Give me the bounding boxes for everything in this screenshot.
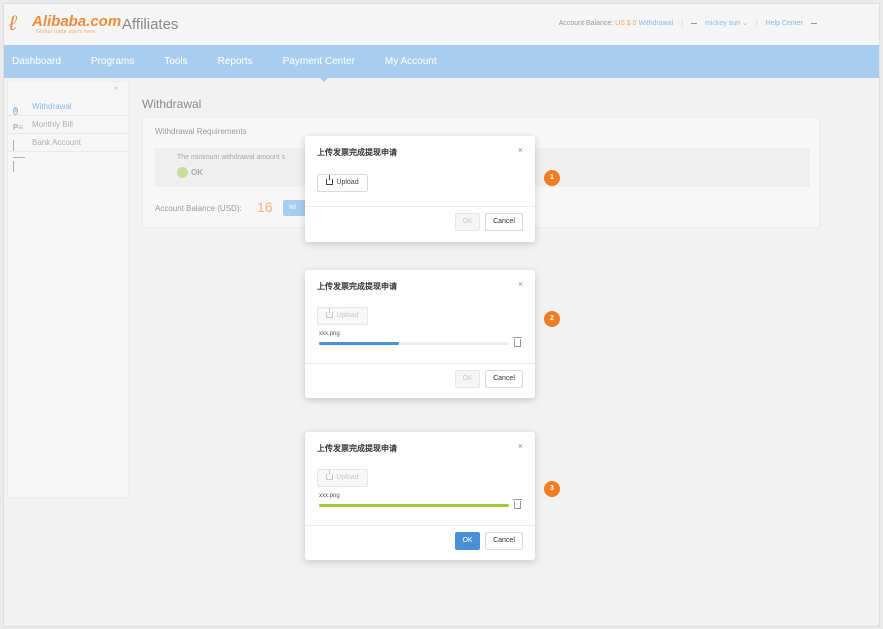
header-separator: |: [681, 19, 683, 27]
close-icon[interactable]: ×: [518, 279, 523, 289]
header-withdrawal-link[interactable]: Withdrawal: [639, 20, 674, 27]
step-badge: 1: [544, 170, 560, 186]
dialog-title: 上传发票完成提现申请: [317, 148, 397, 157]
cancel-button[interactable]: Cancel: [485, 370, 523, 388]
progress-fill: [319, 504, 509, 507]
sidebar-item-label: Withdrawal: [32, 102, 72, 111]
nav-my-account[interactable]: My Account: [377, 45, 456, 78]
step-badge: 2: [544, 311, 560, 327]
progress-fill: [319, 342, 399, 345]
user-name: mickey sun: [704, 20, 740, 27]
chevron-down-icon: ⌄: [741, 20, 748, 27]
upload-icon: [326, 175, 334, 185]
dialog-title: 上传发票完成提现申请: [317, 282, 397, 291]
alibaba-logo[interactable]: ℓ Alibaba.com Global trade starts here.: [8, 11, 121, 37]
check-status-icon: [177, 167, 188, 178]
sidebar-item-bank-account[interactable]: Bank Account: [8, 134, 130, 172]
upload-button[interactable]: Upload: [317, 307, 368, 325]
upload-button[interactable]: Upload: [317, 469, 368, 487]
upload-icon: [326, 470, 334, 480]
header-separator: |: [755, 19, 758, 27]
main-nav: Dashboard Programs Tools Reports Payment…: [4, 45, 879, 82]
upload-dialog-step-1: 上传发票完成提现申请 × Upload OK Cancel: [305, 136, 535, 242]
more-icon[interactable]: [811, 22, 817, 24]
sidebar-item-label: Bank Account: [32, 138, 81, 147]
header-account-bar: Account Balance: US $ 0 Withdrawal | mic…: [559, 19, 817, 27]
dialog-divider: [305, 363, 535, 364]
nav-label: Reports: [217, 56, 253, 67]
sidebar-collapse-icon[interactable]: ×: [113, 84, 118, 93]
upload-dialog-step-3: 上传发票完成提现申请 × Upload xxx.png OK Cancel: [305, 432, 535, 560]
nav-dashboard[interactable]: Dashboard: [4, 45, 80, 78]
nav-label: Payment Center: [282, 56, 355, 67]
upload-dialog-step-2: 上传发票完成提现申请 × Upload xxx.png OK Cancel: [305, 270, 535, 398]
nav-label: Dashboard: [12, 56, 61, 67]
sidebar-item-label: Monthly Bill: [32, 120, 73, 129]
trash-icon[interactable]: [513, 499, 522, 509]
sidebar-item-withdrawal[interactable]: $ Withdrawal: [8, 98, 130, 116]
user-menu[interactable]: mickey sun ⌄: [705, 19, 748, 27]
file-name: xxx.png: [319, 493, 340, 499]
card-icon: [13, 137, 25, 172]
upload-progress-bar: [319, 342, 509, 345]
top-header: ℓ Alibaba.com Global trade starts here. …: [4, 4, 879, 46]
parking-bill-icon: P≡: [13, 123, 24, 132]
nav-reports[interactable]: Reports: [210, 45, 272, 78]
page-title: Withdrawal: [142, 97, 202, 111]
dialog-divider: [305, 525, 535, 526]
sidebar-item-monthly-bill[interactable]: P≡ Monthly Bill: [8, 116, 130, 134]
app-title: Affiliates: [122, 16, 179, 33]
dialog-divider: [305, 206, 535, 207]
sidebar: × $ Withdrawal P≡ Monthly Bill Bank Acco…: [7, 81, 130, 498]
balance-label: Account Balance (USD):: [155, 204, 242, 213]
account-balance-label: Account Balance:: [558, 19, 614, 27]
dollar-circle-icon: $: [13, 107, 19, 115]
nav-label: Programs: [90, 56, 135, 67]
ok-button[interactable]: OK: [455, 213, 480, 231]
file-name: xxx.png: [319, 331, 340, 337]
ok-button[interactable]: OK: [455, 532, 480, 550]
close-icon[interactable]: ×: [518, 441, 523, 451]
upload-label: Upload: [336, 474, 359, 481]
nav-payment-center[interactable]: Payment Center: [275, 45, 374, 82]
balance-value: 16: [257, 199, 273, 215]
upload-label: Upload: [336, 312, 359, 319]
dialog-title: 上传发票完成提现申请: [317, 444, 397, 453]
alibaba-logo-mark-icon: ℓ: [8, 11, 18, 36]
nav-tools[interactable]: Tools: [156, 45, 206, 78]
requirements-heading: Withdrawal Requirements: [155, 127, 247, 136]
requirement-text: The minimum withdrawal amount s: [177, 154, 286, 161]
nav-label: Tools: [164, 56, 188, 67]
app-window: ℓ Alibaba.com Global trade starts here. …: [3, 3, 880, 627]
cancel-button[interactable]: Cancel: [485, 532, 523, 550]
trash-icon[interactable]: [513, 337, 522, 347]
help-center-link[interactable]: Help Center: [766, 20, 803, 27]
nav-label: My Account: [384, 56, 437, 67]
nav-programs[interactable]: Programs: [83, 45, 153, 78]
upload-label: Upload: [336, 179, 359, 186]
logo-slogan: Global trade starts here.: [36, 29, 98, 35]
upload-button[interactable]: Upload: [317, 174, 368, 192]
step-badge: 3: [544, 481, 560, 497]
upload-icon: [326, 308, 334, 318]
close-icon[interactable]: ×: [518, 145, 523, 155]
upload-progress-bar: [319, 504, 509, 507]
user-avatar-icon: [690, 22, 697, 24]
active-caret-icon: [320, 78, 329, 82]
ok-button[interactable]: OK: [455, 370, 480, 388]
account-balance-value: US $ 0: [615, 19, 637, 27]
cancel-button[interactable]: Cancel: [485, 213, 523, 231]
requirement-status: OK: [191, 168, 203, 177]
